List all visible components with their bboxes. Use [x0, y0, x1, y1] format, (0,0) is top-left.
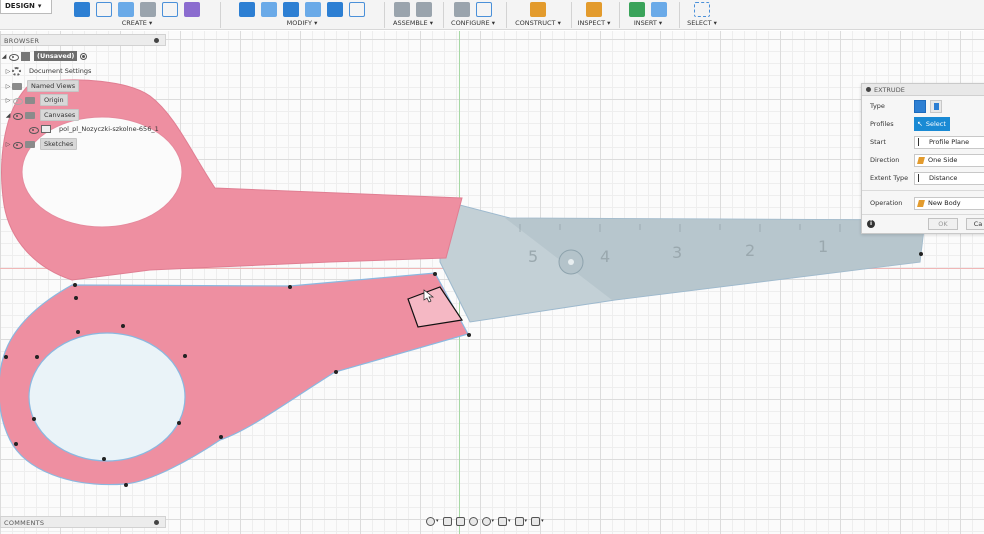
browser-title: BROWSER: [4, 37, 40, 45]
browser-panel: BROWSER ◢ (Unsaved) ▷ Document Settings …: [0, 34, 166, 152]
profiles-select-button[interactable]: ↖ Select: [914, 117, 950, 131]
extrude-type-solid-button[interactable]: [914, 99, 926, 113]
zoom-icon[interactable]: [468, 516, 478, 526]
ruler-number: 2: [745, 241, 755, 260]
info-icon[interactable]: i: [867, 220, 875, 228]
profiles-select-label: Select: [925, 120, 946, 128]
comments-header[interactable]: COMMENTS: [0, 516, 166, 528]
grid-icon[interactable]: [531, 516, 541, 526]
extrude-dialog: EXTRUDE Type Profiles ↖ Select Start Prof…: [861, 83, 984, 234]
operation-label: Operation: [870, 199, 903, 207]
type-row: Type: [862, 99, 984, 113]
browser-header[interactable]: BROWSER: [0, 34, 166, 46]
tree-item-label: Sketches: [40, 138, 78, 150]
eye-icon[interactable]: [12, 112, 23, 120]
eye-icon[interactable]: [8, 53, 19, 61]
direction-row: Direction One Side: [862, 153, 984, 167]
extrude-dialog-header[interactable]: EXTRUDE: [862, 84, 984, 96]
extent-type-label: Extent Type: [870, 174, 909, 182]
cursor-arrow-icon: ↖: [917, 120, 923, 128]
start-label: Start: [870, 138, 886, 146]
ruler-number: 5: [528, 247, 538, 266]
visual-style-icon[interactable]: [514, 516, 524, 526]
extent-type-row: Extent Type Distance: [862, 171, 984, 185]
gear-icon: [12, 66, 21, 76]
expand-arrow-icon[interactable]: ▷: [4, 83, 12, 90]
expand-arrow-icon[interactable]: ▷: [4, 141, 12, 148]
navigation-bar: ▾ ▾ ▾ ▾ ▾: [426, 515, 568, 527]
profiles-label: Profiles: [870, 120, 894, 128]
distance-icon: [918, 174, 925, 182]
comments-title: COMMENTS: [4, 519, 45, 527]
dialog-pin-icon[interactable]: [866, 87, 871, 92]
direction-value: One Side: [928, 156, 958, 164]
canvas-image-icon: [41, 125, 51, 133]
ruler-number: 4: [600, 247, 610, 266]
folder-icon: [25, 96, 35, 104]
extent-type-dropdown[interactable]: Distance: [914, 171, 984, 185]
pan-icon[interactable]: [455, 516, 465, 526]
dialog-footer: i OK Ca: [862, 215, 984, 234]
tree-item-named-views[interactable]: ▷ Named Views: [4, 80, 80, 92]
expand-arrow-icon[interactable]: ◢: [0, 53, 8, 60]
operation-value: New Body: [928, 199, 961, 207]
panel-pin-icon[interactable]: [154, 520, 159, 525]
new-body-icon: [917, 199, 925, 207]
eye-icon[interactable]: [12, 141, 23, 149]
ok-button[interactable]: OK: [928, 218, 958, 230]
tree-item-canvas-image[interactable]: pol_pl_Nozyczki-szkolne-656_1: [20, 123, 162, 135]
folder-icon: [25, 111, 35, 119]
folder-icon: [25, 140, 35, 148]
tree-item-label: Document Settings: [29, 67, 92, 75]
document-icon: [21, 51, 30, 61]
look-at-icon[interactable]: [442, 516, 452, 526]
one-side-icon: [917, 156, 925, 164]
cancel-button[interactable]: Ca: [966, 218, 984, 230]
orbit-icon[interactable]: [426, 516, 435, 526]
tree-item-label: Named Views: [27, 80, 80, 92]
lower-finger-hole-profile: [28, 332, 186, 462]
type-label: Type: [870, 102, 885, 110]
comments-panel[interactable]: COMMENTS: [0, 516, 166, 528]
ruler-number: 3: [672, 243, 682, 262]
extrude-title: EXTRUDE: [874, 85, 905, 94]
tree-item-label: Origin: [40, 94, 68, 106]
pivot-screw-center: [568, 259, 574, 265]
collapse-arrow-icon[interactable]: ◢: [4, 112, 12, 119]
operation-row: Operation New Body: [862, 196, 984, 210]
tree-item-label: pol_pl_Nozyczki-szkolne-656_1: [59, 125, 159, 133]
extent-type-value: Distance: [929, 174, 958, 182]
tree-item-document-settings[interactable]: ▷ Document Settings: [4, 65, 94, 77]
profiles-row: Profiles ↖ Select: [862, 117, 984, 131]
expand-arrow-icon[interactable]: ▷: [4, 68, 12, 75]
direction-label: Direction: [870, 156, 900, 164]
profile-plane-icon: [918, 138, 925, 146]
direction-dropdown[interactable]: One Side: [914, 153, 984, 167]
tree-item-canvases[interactable]: ◢ Canvases: [4, 109, 80, 121]
zoom-window-icon[interactable]: [481, 516, 491, 526]
tree-item-label: Canvases: [40, 109, 80, 121]
tree-item-origin[interactable]: ▷ Origin: [4, 94, 68, 106]
activate-radio-icon[interactable]: [80, 52, 88, 60]
tree-item-root[interactable]: ◢ (Unsaved): [0, 50, 88, 62]
folder-icon: [12, 82, 22, 90]
panel-pin-icon[interactable]: [154, 38, 159, 43]
extrude-type-thin-button[interactable]: [930, 99, 942, 113]
expand-arrow-icon[interactable]: ▷: [4, 97, 12, 104]
eye-icon[interactable]: [28, 126, 39, 134]
ruler-number: 1: [818, 237, 828, 256]
display-settings-icon[interactable]: [498, 516, 508, 526]
tree-item-label: (Unsaved): [34, 51, 78, 61]
operation-dropdown[interactable]: New Body: [914, 196, 984, 210]
start-dropdown[interactable]: Profile Plane: [914, 135, 984, 149]
start-row: Start Profile Plane: [862, 135, 984, 149]
start-value: Profile Plane: [929, 138, 970, 146]
tree-item-sketches[interactable]: ▷ Sketches: [4, 138, 78, 150]
eye-icon[interactable]: [12, 97, 23, 105]
